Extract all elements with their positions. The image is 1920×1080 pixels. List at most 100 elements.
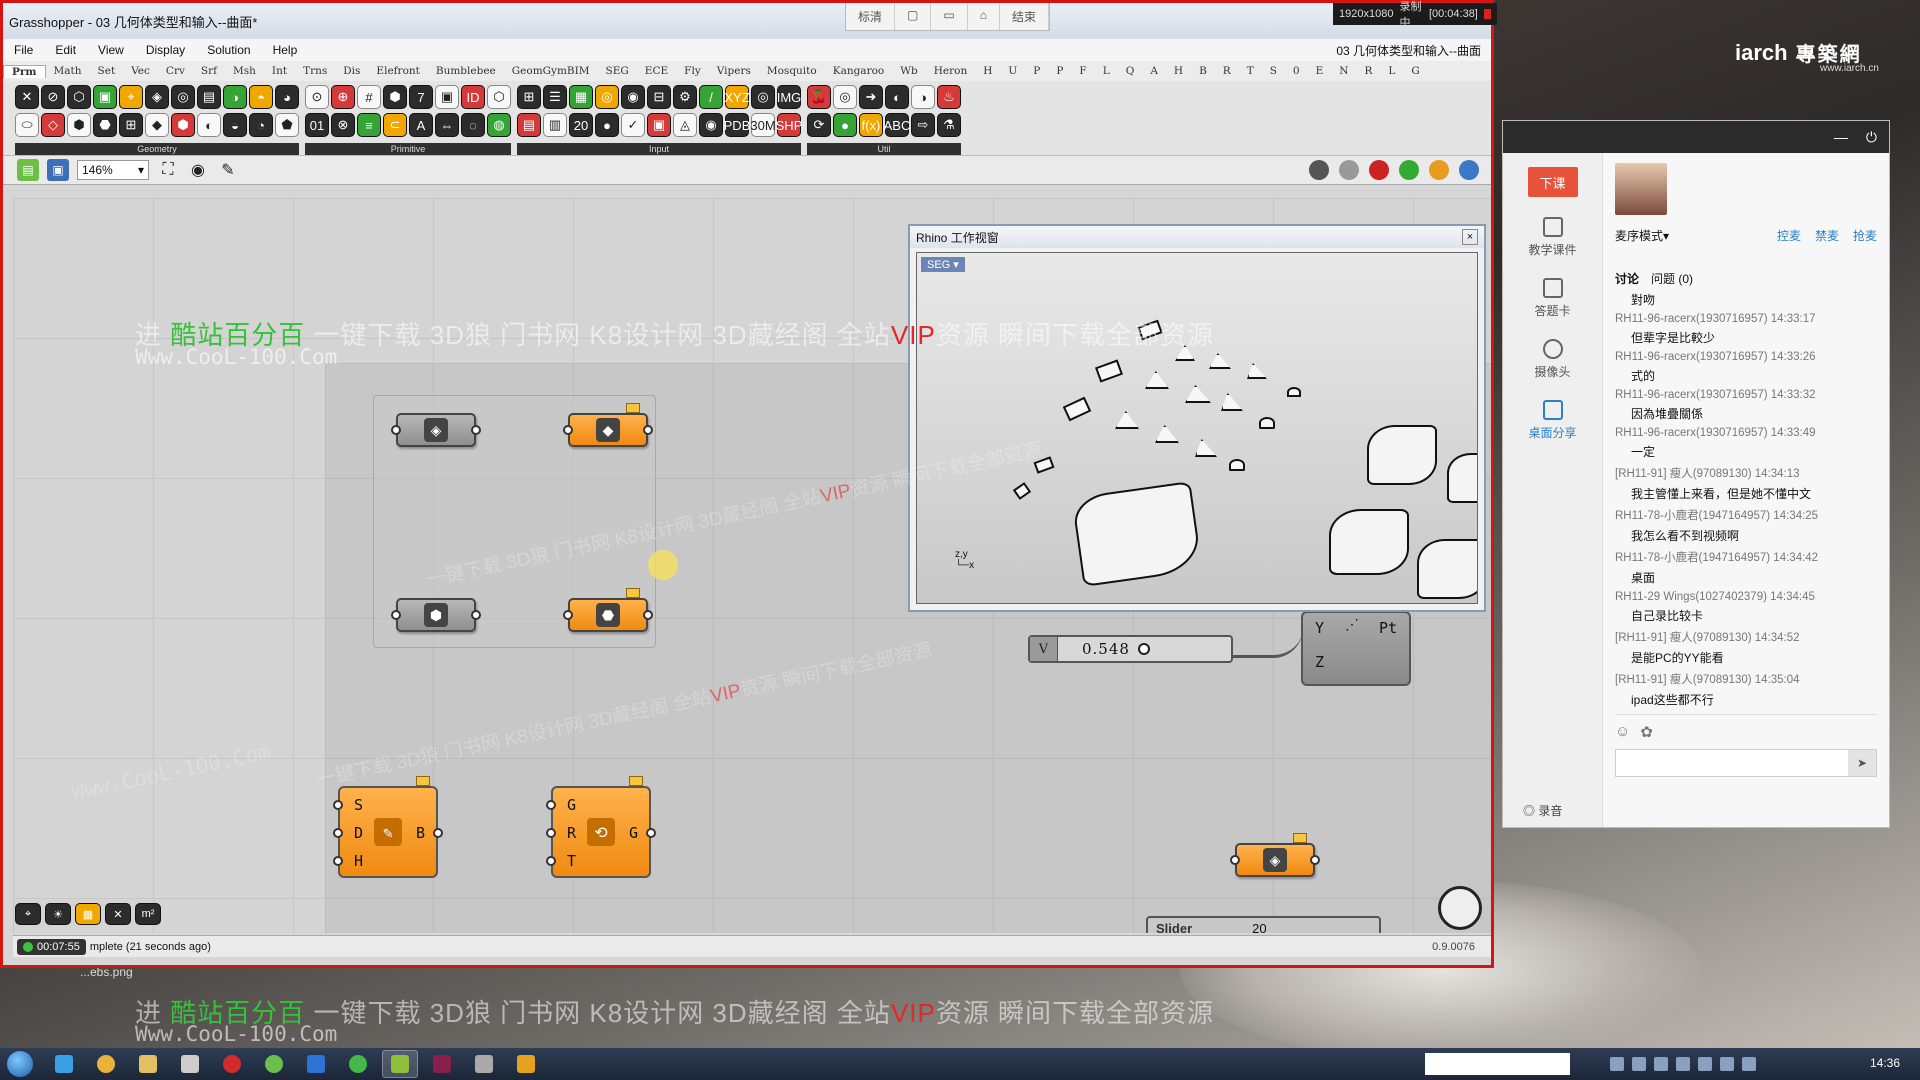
- preview-mesh-icon[interactable]: [1429, 160, 1449, 180]
- component-button-icon[interactable]: ◎: [171, 85, 195, 109]
- component-button-icon[interactable]: ◎: [751, 85, 775, 109]
- tab-wb[interactable]: Wb: [892, 65, 926, 77]
- surface-output-param[interactable]: ◈: [1230, 833, 1320, 877]
- component-button-icon[interactable]: ⊞: [517, 85, 541, 109]
- preview-selected-icon[interactable]: [1399, 160, 1419, 180]
- tab-trns[interactable]: Trns: [295, 65, 335, 77]
- component-button-icon[interactable]: ▦: [569, 85, 593, 109]
- taskbar-app-other[interactable]: [508, 1050, 544, 1078]
- panel-label[interactable]: Geometry: [15, 143, 299, 155]
- tab-p[interactable]: P: [1025, 65, 1048, 77]
- rhino-viewport-window[interactable]: Rhino 工作视窗 × SEG ▾ z,y └─x: [908, 224, 1486, 612]
- preview-wire-icon[interactable]: [1339, 160, 1359, 180]
- sketch-pen-icon[interactable]: ✎: [217, 159, 239, 181]
- component-button-icon[interactable]: ♨: [937, 85, 961, 109]
- box-component[interactable]: S D H B ✎: [333, 776, 443, 878]
- zoom-select[interactable]: 146% ▾: [77, 160, 149, 180]
- grab-mic-link[interactable]: 抢麦: [1853, 227, 1877, 244]
- component-button-icon[interactable]: ◉: [699, 113, 723, 137]
- recorder-region-button[interactable]: ▢: [895, 3, 932, 30]
- component-button-icon[interactable]: ▣: [435, 85, 459, 109]
- component-button-icon[interactable]: ◎: [833, 85, 857, 109]
- component-button-icon[interactable]: ◒: [223, 113, 247, 137]
- taskbar-app-rhino[interactable]: [466, 1050, 502, 1078]
- tab-a[interactable]: A: [1142, 65, 1166, 77]
- input-port[interactable]: [546, 856, 556, 866]
- input-port[interactable]: [563, 610, 573, 620]
- open-file-icon[interactable]: ▤: [17, 159, 39, 181]
- taskbar-app-explorer[interactable]: [130, 1050, 166, 1078]
- tab-vec[interactable]: Vec: [123, 65, 158, 77]
- tab-questions[interactable]: 问题 (0): [1651, 270, 1693, 287]
- input-port[interactable]: [333, 800, 343, 810]
- rhino-titlebar[interactable]: Rhino 工作视窗 ×: [910, 226, 1484, 248]
- component-button-icon[interactable]: SHP: [776, 113, 802, 137]
- component-button-icon[interactable]: ⚗: [937, 113, 961, 137]
- tab-l[interactable]: L: [1095, 65, 1118, 77]
- chat-input[interactable]: ➤: [1615, 749, 1877, 777]
- component-button-icon[interactable]: ⊗: [331, 113, 355, 137]
- emoji-icon[interactable]: ☺: [1615, 723, 1630, 741]
- tab-msh[interactable]: Msh: [225, 65, 264, 77]
- close-icon[interactable]: ×: [1462, 229, 1478, 245]
- component-button-icon[interactable]: IMG: [777, 85, 801, 109]
- taskbar-search-box[interactable]: [1425, 1053, 1570, 1075]
- taskbar-app-blue[interactable]: [298, 1050, 334, 1078]
- component-button-icon[interactable]: ◆: [145, 113, 169, 137]
- taskbar-app-grasshopper[interactable]: [382, 1050, 418, 1078]
- component-button-icon[interactable]: ⊙: [305, 85, 329, 109]
- component-button-icon[interactable]: ⊕: [331, 85, 355, 109]
- component-button-icon[interactable]: ID: [461, 85, 485, 109]
- output-port[interactable]: [471, 610, 481, 620]
- tab-r[interactable]: R: [1215, 65, 1239, 77]
- component-button-icon[interactable]: 20: [569, 113, 593, 137]
- tab-e[interactable]: E: [1308, 65, 1332, 77]
- menu-file[interactable]: File: [3, 43, 44, 57]
- menu-help[interactable]: Help: [262, 43, 309, 57]
- component-button-icon[interactable]: ✕: [15, 85, 39, 109]
- component-button-icon[interactable]: ▣: [93, 85, 117, 109]
- component-button-icon[interactable]: ⊞: [119, 113, 143, 137]
- tab-bumblebee[interactable]: Bumblebee: [428, 65, 504, 77]
- component-button-icon[interactable]: ⬡: [67, 85, 91, 109]
- tab-0[interactable]: 0: [1285, 65, 1308, 77]
- menu-solution[interactable]: Solution: [196, 43, 261, 57]
- output-port[interactable]: [643, 425, 653, 435]
- tab-h[interactable]: H: [975, 65, 1000, 77]
- component-button-icon[interactable]: ⬣: [93, 113, 117, 137]
- component-button-icon[interactable]: ABC: [884, 113, 910, 137]
- tray-power-icon[interactable]: [1742, 1057, 1756, 1071]
- tab-heron[interactable]: Heron: [926, 65, 975, 77]
- tab-fly[interactable]: Fly: [676, 65, 709, 77]
- tab-prm[interactable]: Prm: [3, 64, 46, 78]
- preview-eye-icon[interactable]: ◉: [187, 159, 209, 181]
- tray-keyboard-icon[interactable]: [1610, 1057, 1624, 1071]
- tab-geomgymbim[interactable]: GeomGymBIM: [504, 65, 598, 77]
- component-button-icon[interactable]: ⊘: [41, 85, 65, 109]
- menu-edit[interactable]: Edit: [44, 43, 87, 57]
- component-button-icon[interactable]: #: [357, 85, 381, 109]
- input-port[interactable]: [391, 610, 401, 620]
- window-titlebar[interactable]: Grasshopper - 03 几何体类型和输入--曲面*: [3, 3, 1491, 39]
- tab-g[interactable]: G: [1403, 65, 1427, 77]
- render-settings-icon[interactable]: [1459, 160, 1479, 180]
- component-button-icon[interactable]: ●: [833, 113, 857, 137]
- tab-crv[interactable]: Crv: [158, 65, 193, 77]
- output-port[interactable]: [471, 425, 481, 435]
- component-button-icon[interactable]: ▥: [543, 113, 567, 137]
- component-button-icon[interactable]: f(x): [859, 113, 883, 137]
- navigation-dial[interactable]: [1438, 886, 1482, 930]
- taskbar-app-media[interactable]: [172, 1050, 208, 1078]
- component-button-icon[interactable]: ◓: [249, 85, 273, 109]
- canvas-widget-icon[interactable]: ⌖: [15, 903, 41, 925]
- tab-l[interactable]: L: [1380, 65, 1403, 77]
- input-port[interactable]: [563, 425, 573, 435]
- tab-s[interactable]: S: [1262, 65, 1285, 77]
- component-button-icon[interactable]: ◉: [621, 85, 645, 109]
- canvas-widget-icon[interactable]: ✕: [105, 903, 131, 925]
- tab-b[interactable]: B: [1191, 65, 1215, 77]
- tab-dis[interactable]: Dis: [335, 65, 368, 77]
- tab-elefront[interactable]: Elefront: [368, 65, 427, 77]
- tray-network-icon[interactable]: [1654, 1057, 1668, 1071]
- component-button-icon[interactable]: ▣: [647, 113, 671, 137]
